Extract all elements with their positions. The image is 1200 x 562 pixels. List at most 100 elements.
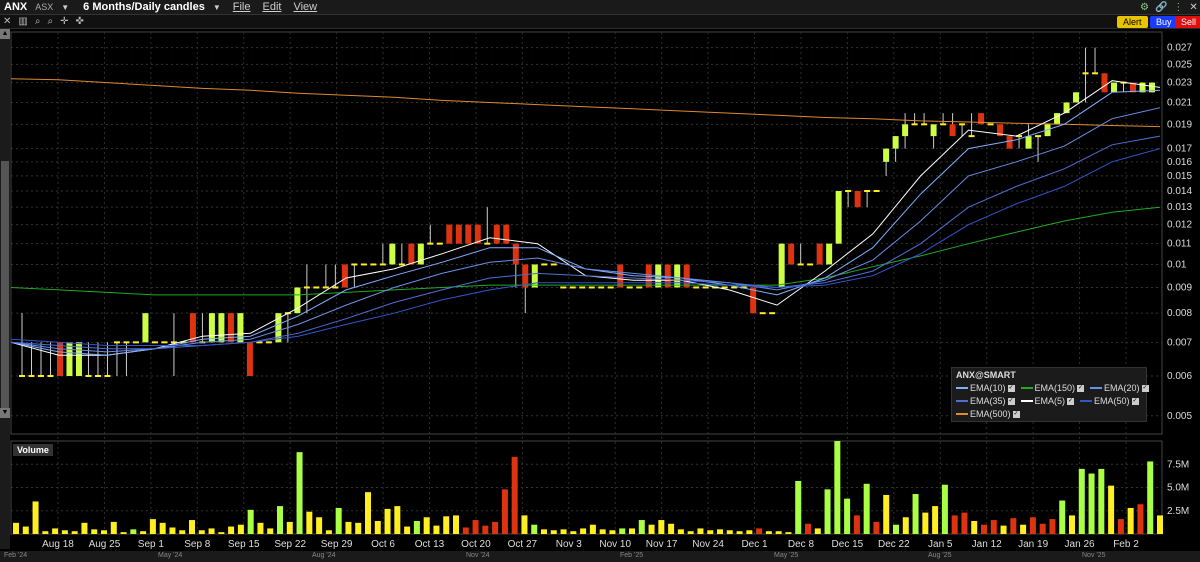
timeline-label: Nov '24	[466, 552, 490, 559]
volume-bar	[472, 520, 479, 534]
y-tick-label: 0.023	[1167, 78, 1192, 89]
candle-body	[446, 224, 453, 244]
x-tick-label: Sep 1	[138, 539, 165, 550]
volume-bar	[893, 524, 899, 534]
volume-bar	[237, 524, 244, 534]
checkbox-icon[interactable]: ✓	[1007, 384, 1015, 392]
volume-bar	[814, 528, 821, 534]
volume-bar	[677, 529, 684, 534]
indicator-legend[interactable]: ANX@SMART EMA(10) ✓ EMA(150) ✓ EMA(20) ✓ EM…	[951, 367, 1149, 422]
legend-item-ema35[interactable]: EMA(35) ✓	[956, 396, 1015, 406]
volume-bar	[335, 507, 342, 534]
volume-bar	[218, 532, 225, 534]
volume-bar	[1029, 517, 1036, 534]
x-tick-label: Jan 26	[1065, 539, 1095, 550]
ema-line-ema20	[10, 107, 1161, 353]
volume-panel-label: Volume	[13, 444, 53, 456]
volume-bar	[1088, 473, 1095, 534]
ema-line-ema50	[10, 148, 1161, 346]
checkbox-icon[interactable]: ✓	[1007, 397, 1015, 405]
volume-bar	[1010, 518, 1017, 534]
y-tick-label: 0.006	[1167, 371, 1192, 382]
checkbox-icon[interactable]: ✓	[1141, 384, 1149, 392]
x-tick-label: Nov 10	[599, 539, 631, 550]
volume-bar	[902, 517, 909, 534]
volume-bar	[775, 531, 782, 534]
legend-item-ema500[interactable]: EMA(500) ✓	[956, 409, 1020, 419]
volume-bar	[501, 489, 508, 534]
volume-bar	[922, 512, 929, 534]
candle-body	[246, 342, 253, 376]
timeline-navigator[interactable]: Feb '24 May '24 Aug '24 Nov '24 Feb '25 May '…	[0, 551, 1200, 562]
candle-body	[750, 287, 757, 314]
x-tick-label: Dec 8	[788, 539, 815, 550]
candle-body	[816, 243, 823, 265]
candle-body	[664, 264, 671, 288]
x-tick-label: Sep 15	[228, 539, 260, 550]
volume-bar	[120, 532, 127, 534]
x-tick-label: Dec 1	[741, 539, 768, 550]
candle-body	[56, 342, 63, 376]
checkbox-icon[interactable]: ✓	[1012, 410, 1020, 418]
checkbox-icon[interactable]: ✓	[1077, 384, 1085, 392]
volume-bar	[932, 506, 939, 534]
checkbox-icon[interactable]: ✓	[1067, 397, 1075, 405]
legend-item-ema150[interactable]: EMA(150) ✓	[1020, 383, 1085, 393]
volume-bar	[638, 520, 645, 534]
candle-body	[1025, 136, 1032, 149]
volume-bar	[208, 528, 215, 534]
volume-bar	[13, 522, 19, 534]
volume-bar	[462, 527, 469, 534]
volume-bar	[726, 530, 733, 534]
volume-bar	[110, 521, 117, 534]
volume-bar	[189, 520, 195, 534]
volume-bar	[570, 531, 577, 534]
volume-bar	[394, 506, 401, 534]
candle-body	[683, 264, 690, 288]
volume-bar	[443, 516, 450, 534]
y-tick-label: 0.01	[1167, 259, 1187, 270]
volume-bar	[42, 531, 49, 534]
volume-bar	[81, 522, 88, 534]
volume-bar	[32, 501, 39, 534]
candle-body	[503, 224, 510, 244]
volume-bar	[101, 530, 107, 534]
price-chart[interactable]: 0.0270.0250.0230.0210.0190.0170.0160.015…	[0, 0, 1200, 562]
legend-item-ema20[interactable]: EMA(20) ✓	[1090, 383, 1149, 393]
ema-line-ema10	[10, 89, 1161, 356]
x-tick-label: Oct 6	[371, 539, 395, 550]
volume-bar	[423, 517, 430, 534]
volume-bar	[374, 520, 381, 534]
y-tick-label: 0.015	[1167, 171, 1192, 182]
x-tick-label: Oct 13	[415, 539, 445, 550]
x-tick-label: Nov 24	[692, 539, 724, 550]
volume-bar	[1127, 507, 1134, 534]
volume-bar	[580, 528, 587, 534]
volume-bar	[159, 522, 166, 534]
timeline-label: Aug '24	[312, 552, 336, 559]
volume-bar	[609, 530, 616, 534]
legend-item-ema10[interactable]: EMA(10) ✓	[956, 383, 1015, 393]
volume-bar	[198, 530, 205, 534]
timeline-label: Aug '25	[928, 552, 952, 559]
volume-bar	[325, 530, 332, 534]
candle-body	[1054, 113, 1061, 125]
volume-bar	[629, 528, 635, 534]
legend-item-ema5[interactable]: EMA(5) ✓	[1020, 396, 1075, 406]
y-tick-label: 0.005	[1167, 411, 1192, 422]
legend-item-ema50[interactable]: EMA(50) ✓	[1080, 396, 1139, 406]
x-tick-label: Nov 3	[556, 539, 583, 550]
volume-bar	[541, 529, 547, 534]
volume-bar	[795, 480, 802, 534]
candle-body	[674, 264, 681, 288]
candle-body	[902, 124, 909, 137]
y-tick-label: 0.027	[1167, 43, 1192, 54]
candle-body	[66, 342, 73, 376]
volume-bar	[1157, 515, 1163, 534]
x-tick-label: Nov 17	[646, 539, 678, 550]
candle-body	[1006, 136, 1013, 149]
volume-bar	[951, 515, 958, 534]
volume-bar	[228, 526, 235, 534]
checkbox-icon[interactable]: ✓	[1131, 397, 1139, 405]
candle-body	[778, 243, 785, 288]
